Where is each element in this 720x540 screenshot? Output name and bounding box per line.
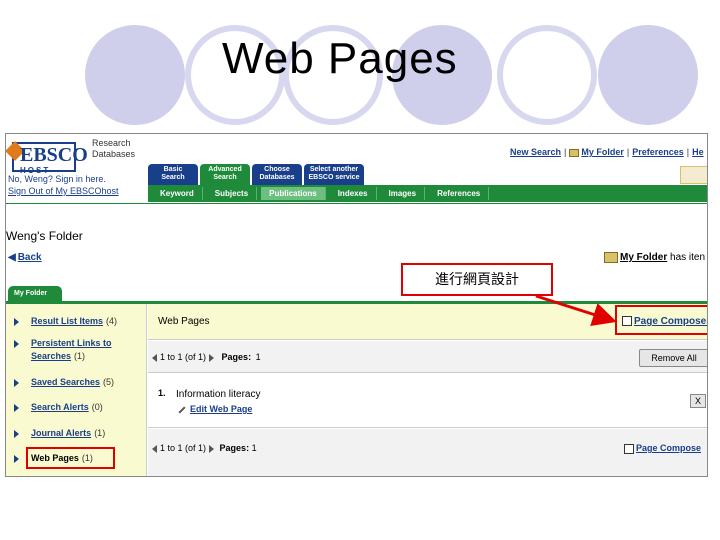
- tab-select-service[interactable]: Select another EBSCO service: [304, 164, 364, 185]
- folder-status: My Folder has iten: [604, 252, 705, 263]
- prev-icon[interactable]: [152, 353, 157, 362]
- new-search-link[interactable]: New Search: [510, 147, 561, 157]
- nav-indexes[interactable]: Indexes: [330, 187, 377, 200]
- main-panel: Web Pages Page Composer 1 to 1 (of 1) Pa…: [148, 304, 707, 476]
- deco-circle-1: [85, 25, 185, 125]
- list-item: 1. Information literacy Edit Web Page X: [148, 374, 707, 428]
- pencil-icon: [178, 406, 186, 414]
- sidebar-item-persistent-links[interactable]: Persistent Links to: [14, 338, 112, 348]
- signout-link[interactable]: Sign Out of My EBSCOhost: [8, 186, 119, 196]
- my-folder-link[interactable]: My Folder: [581, 147, 624, 157]
- divider: [6, 203, 707, 204]
- remove-all-button[interactable]: Remove All: [639, 349, 707, 367]
- top-tabs: Basic Search Advanced Search Choose Databas…: [148, 164, 364, 185]
- folder-icon: [569, 148, 580, 157]
- deco-circle-5: [497, 25, 597, 125]
- back-link[interactable]: ◀ Back: [8, 252, 42, 263]
- highlight-web-pages: [26, 447, 115, 469]
- item-title: Information literacy: [176, 389, 261, 400]
- preferences-link[interactable]: Preferences: [632, 147, 684, 157]
- tagline-line1: Research: [92, 138, 131, 148]
- logo-text: EBSCO: [20, 144, 88, 166]
- nav-bar: Keyword Subjects Publications Indexes Im…: [148, 185, 707, 202]
- my-folder-label[interactable]: My Folder: [620, 252, 667, 263]
- folder-icon: [604, 252, 618, 263]
- sidebar-item-saved-searches[interactable]: Saved Searches (5): [14, 377, 114, 387]
- nav-references[interactable]: References: [429, 187, 490, 200]
- next-icon[interactable]: [209, 353, 215, 362]
- arrow-right-icon: [14, 317, 19, 326]
- arrow-right-icon: [14, 429, 19, 438]
- arrow-right-icon: [14, 454, 19, 463]
- pager-row: 1 to 1 (of 1) Pages: 1 Remove All: [148, 341, 707, 373]
- sidebar-item-result-list[interactable]: Result List Items (4): [14, 316, 117, 326]
- header-links: New Search | My Folder | Preferences | He: [510, 147, 704, 157]
- tagline-line2: Databases: [92, 149, 136, 159]
- sidebar-item-persistent-links-2[interactable]: Searches (1): [14, 351, 85, 361]
- slide-title: Web Pages: [222, 34, 458, 83]
- my-folder-tab[interactable]: My Folder: [8, 286, 62, 301]
- tagline: Research Databases: [92, 138, 135, 160]
- pager-bottom: 1 to 1 (of 1) Pages: 1: [152, 443, 257, 453]
- prev-icon[interactable]: [152, 444, 157, 453]
- pager: 1 to 1 (of 1) Pages: 1: [152, 352, 261, 362]
- nav-keyword[interactable]: Keyword: [152, 187, 203, 200]
- edit-web-page-link[interactable]: Edit Web Page: [178, 404, 252, 414]
- sidebar-item-search-alerts[interactable]: Search Alerts (0): [14, 402, 103, 412]
- nav-publications[interactable]: Publications: [261, 187, 326, 200]
- back-arrow-icon: ◀: [8, 252, 16, 263]
- decorative-image: [680, 166, 707, 184]
- nav-subjects[interactable]: Subjects: [207, 187, 258, 200]
- user-sign-in-text[interactable]: No, Weng? Sign in here.: [8, 174, 106, 184]
- tab-basic-search[interactable]: Basic Search: [148, 164, 198, 185]
- next-icon[interactable]: [209, 444, 215, 453]
- composer-icon: [624, 443, 634, 454]
- tab-choose-databases[interactable]: Choose Databases: [252, 164, 302, 185]
- folder-title: Weng's Folder: [6, 229, 83, 243]
- arrow-right-icon: [14, 339, 19, 348]
- remove-item-button[interactable]: X: [690, 394, 706, 408]
- help-link[interactable]: He: [692, 147, 704, 157]
- ebsco-screenshot: EBSCO HOST Research Databases New Search…: [5, 133, 708, 477]
- annotation-callout: 進行網頁設計: [401, 263, 553, 296]
- ebsco-logo: EBSCO HOST: [6, 136, 88, 175]
- section-header: Web Pages Page Composer: [148, 304, 707, 340]
- arrow-right-icon: [14, 403, 19, 412]
- tab-advanced-search[interactable]: Advanced Search: [200, 164, 250, 185]
- sidebar-item-journal-alerts[interactable]: Journal Alerts (1): [14, 428, 105, 438]
- nav-images[interactable]: Images: [381, 187, 426, 200]
- section-title: Web Pages: [158, 316, 210, 327]
- pager-row-bottom: 1 to 1 (of 1) Pages: 1 Page Compose: [148, 429, 707, 476]
- item-number: 1.: [158, 388, 166, 398]
- arrow-right-icon: [14, 378, 19, 387]
- highlight-page-composer: [615, 305, 707, 335]
- deco-circle-6: [598, 25, 698, 125]
- page-composer-link-bottom[interactable]: Page Compose: [624, 443, 701, 454]
